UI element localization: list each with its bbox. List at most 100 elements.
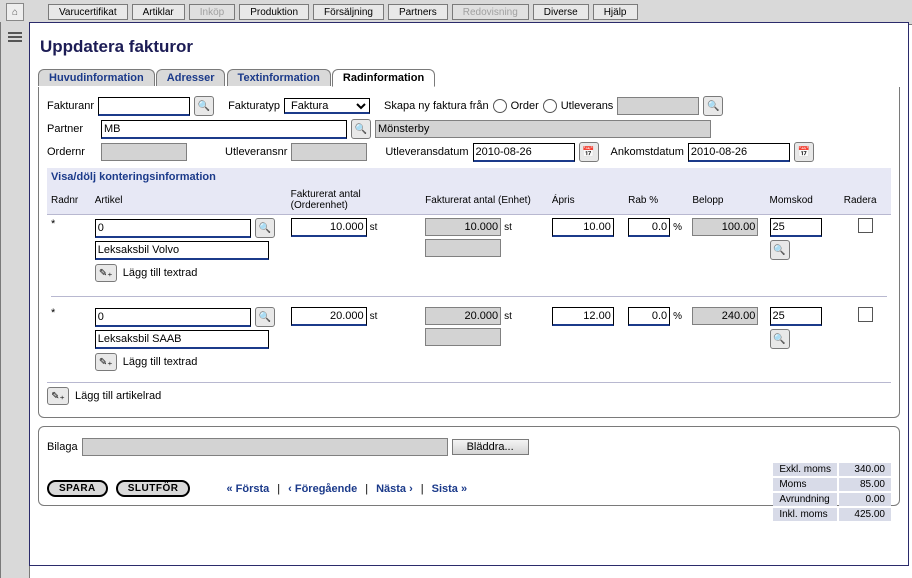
add-articlerow-label: Lägg till artikelrad [75, 390, 161, 402]
fakt-order-input[interactable] [291, 218, 367, 237]
moms-value: 85.00 [839, 478, 891, 491]
momskod-input[interactable] [770, 218, 822, 237]
momskod-input[interactable] [770, 307, 822, 326]
pager-prev[interactable]: ‹ Föregående [288, 483, 357, 495]
partner-label: Partner [47, 123, 97, 135]
tab-huvudinformation[interactable]: Huvudinformation [38, 69, 155, 86]
order-radio-label: Order [511, 100, 539, 112]
menu-redovisning: Redovisning [452, 4, 529, 20]
pager-last[interactable]: Sista » [432, 483, 467, 495]
enhet-unit: st [501, 222, 512, 233]
radera-checkbox[interactable] [858, 307, 873, 322]
browse-button[interactable]: Bläddra... [452, 439, 529, 455]
col-radnr: Radnr [47, 186, 91, 215]
line-grid: Radnr Artikel Fakturerat antal (Orderenh… [47, 186, 891, 378]
gutter-handle-icon [8, 32, 22, 34]
belopp-input [692, 218, 758, 236]
search-icon[interactable]: 🔍 [770, 240, 790, 260]
toggle-kontering-link[interactable]: Visa/dölj konteringsinformation [51, 171, 216, 183]
ankomstdatum-input[interactable] [688, 143, 790, 162]
enhet-unit: st [501, 311, 512, 322]
artikel-code-input[interactable] [95, 308, 251, 327]
skapa-label: Skapa ny faktura från [384, 100, 489, 112]
save-button[interactable]: SPARA [47, 480, 108, 497]
page-title: Uppdatera fakturor [30, 23, 908, 67]
avrundning-value: 0.00 [839, 493, 891, 506]
belopp-input [692, 307, 758, 325]
radnr-cell: * [47, 304, 91, 378]
bottom-panel: Bilaga Bläddra... Exkl. moms340.00 Moms8… [38, 426, 900, 506]
incl-moms-value: 425.00 [839, 508, 891, 521]
ankomstdatum-label: Ankomstdatum [611, 146, 684, 158]
home-icon[interactable]: ⌂ [6, 3, 24, 21]
pager-first[interactable]: « Första [226, 483, 269, 495]
rab-input[interactable] [628, 307, 670, 326]
artikel-code-input[interactable] [95, 219, 251, 238]
search-icon[interactable]: 🔍 [255, 218, 275, 238]
ordernr-label: Ordernr [47, 146, 97, 158]
menu-hjalp[interactable]: Hjälp [593, 4, 638, 20]
apris-input[interactable] [552, 218, 614, 237]
form-area: Fakturanr 🔍 Fakturatyp Faktura Skapa ny … [38, 87, 900, 418]
fakturatyp-select[interactable]: Faktura [284, 98, 370, 114]
utleveransdatum-label: Utleveransdatum [385, 146, 468, 158]
calendar-icon[interactable]: 📅 [579, 142, 599, 162]
menu-inkop: Inköp [189, 4, 235, 20]
excl-moms-label: Exkl. moms [773, 463, 837, 476]
gutter-handle-icon [8, 40, 22, 42]
menu-partners[interactable]: Partners [388, 4, 448, 20]
search-icon[interactable]: 🔍 [770, 329, 790, 349]
fakt-enhet-input [425, 218, 501, 236]
menu-diverse[interactable]: Diverse [533, 4, 589, 20]
utleverans-radio[interactable] [543, 99, 557, 113]
utleveransdatum-input[interactable] [473, 143, 575, 162]
pager-sep: | [277, 483, 280, 495]
artikel-name-input[interactable] [95, 330, 269, 349]
fakt-order-input[interactable] [291, 307, 367, 326]
main-panel: Uppdatera fakturor Huvudinformation Adre… [29, 22, 909, 566]
finish-button[interactable]: SLUTFÖR [116, 480, 191, 497]
col-fakt-enhet: Fakturerat antal (Enhet) [421, 186, 548, 215]
tab-radinformation[interactable]: Radinformation [332, 69, 435, 87]
menu-produktion[interactable]: Produktion [239, 4, 309, 20]
bilaga-input[interactable] [82, 438, 448, 456]
moms-label: Moms [773, 478, 837, 491]
search-icon[interactable]: 🔍 [194, 96, 214, 116]
radnr-cell: * [47, 215, 91, 290]
search-icon[interactable]: 🔍 [255, 307, 275, 327]
menu-artiklar[interactable]: Artiklar [132, 4, 185, 20]
fakt-enhet-input [425, 307, 501, 325]
menu-forsaljning[interactable]: Försäljning [313, 4, 384, 20]
partner-code-input[interactable] [101, 120, 347, 139]
partner-name-input [375, 120, 711, 138]
utleveransnr-input [291, 143, 367, 161]
utleverans-radio-label: Utleverans [561, 100, 614, 112]
tab-textinformation[interactable]: Textinformation [227, 69, 331, 86]
col-momskod: Momskod [766, 186, 840, 215]
order-unit: st [367, 222, 378, 233]
fakturanr-input[interactable] [98, 97, 190, 116]
percent-label: % [670, 222, 682, 233]
apris-input[interactable] [552, 307, 614, 326]
search-icon[interactable]: 🔍 [351, 119, 371, 139]
add-textrow-button[interactable]: ✎₊ Lägg till textrad [95, 353, 283, 371]
calendar-icon[interactable]: 📅 [794, 142, 814, 162]
table-row: * 🔍 ✎₊ Lägg till textrad st [47, 215, 891, 290]
add-articlerow-button[interactable]: ✎₊ Lägg till artikelrad [47, 387, 891, 405]
fakturatyp-label: Fakturatyp [228, 100, 280, 112]
menu-varucertifikat[interactable]: Varucertifikat [48, 4, 128, 20]
rab-input[interactable] [628, 218, 670, 237]
pager-next[interactable]: Nästa › [376, 483, 413, 495]
order-unit: st [367, 311, 378, 322]
radera-checkbox[interactable] [858, 218, 873, 233]
gutter-handle-icon [8, 36, 22, 38]
tab-adresser[interactable]: Adresser [156, 69, 226, 86]
artikel-name-input[interactable] [95, 241, 269, 260]
fakt-enhet-blank [425, 328, 501, 346]
avrundning-label: Avrundning [773, 493, 837, 506]
table-row: * 🔍 ✎₊ Lägg till textrad st [47, 304, 891, 378]
order-radio[interactable] [493, 99, 507, 113]
search-icon[interactable]: 🔍 [703, 96, 723, 116]
incl-moms-label: Inkl. moms [773, 508, 837, 521]
add-textrow-button[interactable]: ✎₊ Lägg till textrad [95, 264, 283, 282]
